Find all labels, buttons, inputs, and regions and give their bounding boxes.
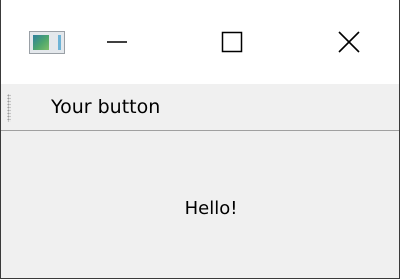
close-button[interactable] — [326, 20, 372, 64]
hello-label: Hello! — [184, 198, 238, 219]
minimize-icon — [107, 41, 127, 43]
toolbar: Your button — [1, 84, 399, 131]
maximize-button[interactable] — [209, 20, 255, 64]
your-button[interactable]: Your button — [43, 92, 168, 122]
close-icon — [338, 31, 360, 53]
app-window-icon[interactable] — [29, 31, 65, 54]
toolbar-grip-handle[interactable] — [7, 94, 11, 122]
maximize-icon — [221, 31, 243, 53]
content-area: Hello! — [1, 131, 399, 278]
minimize-button[interactable] — [94, 20, 140, 64]
title-bar[interactable] — [1, 0, 399, 84]
app-icon-pane — [33, 35, 49, 50]
app-icon-strip — [58, 35, 61, 50]
app-window: Your button Hello! — [0, 0, 400, 279]
